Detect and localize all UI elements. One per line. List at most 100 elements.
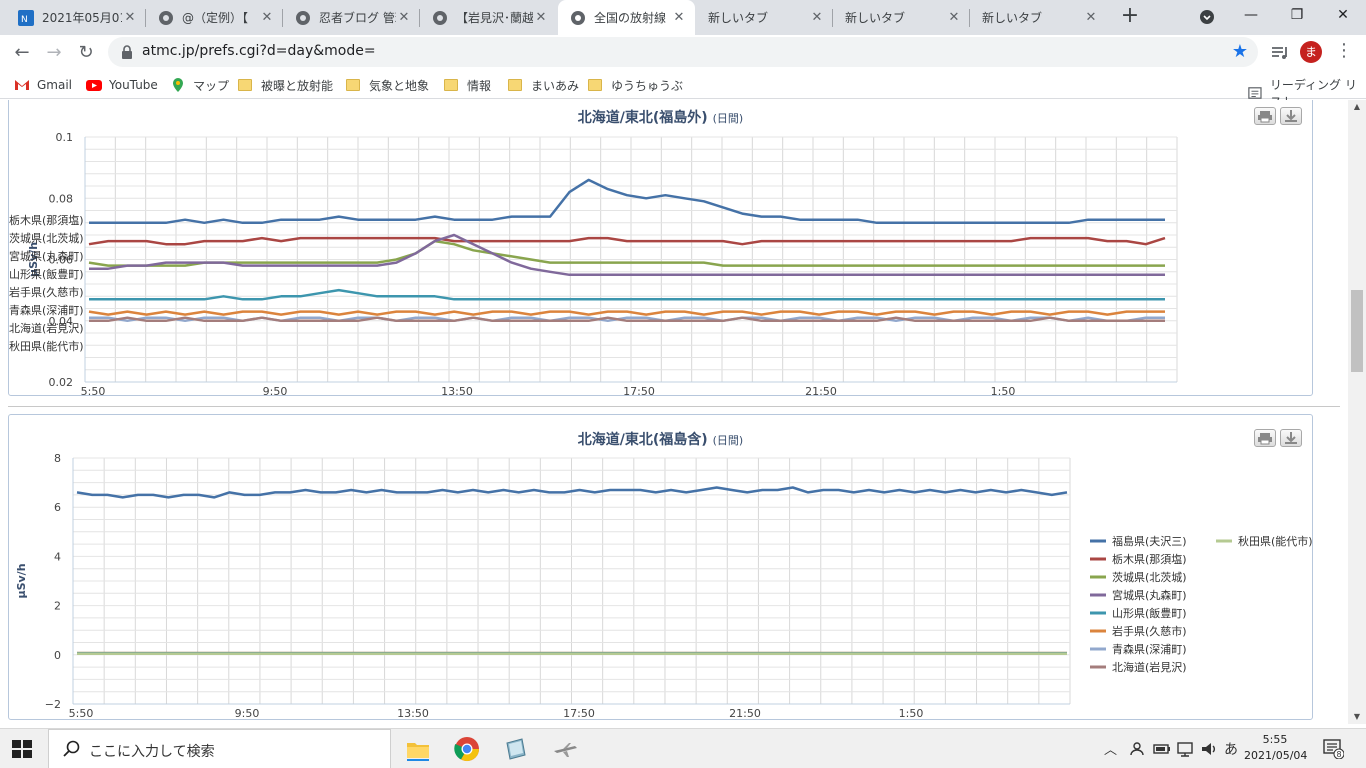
y-tick-label: 2 <box>54 600 61 613</box>
x-tick-label: 9:50 <box>235 707 260 719</box>
legend-item-label: 茨城県(北茨城) <box>9 231 84 245</box>
y-tick-label: 0 <box>54 649 61 662</box>
tab-title: 全国の放射線 <box>594 11 667 25</box>
legend-item-label: 北海道(岩見沢) <box>1112 660 1187 674</box>
maximize-icon[interactable]: ❐ <box>1274 0 1320 32</box>
bookmark-folder-hibaku[interactable]: 被曝と放射能 <box>238 76 333 94</box>
tab-6[interactable]: 新しいタブ ✕ <box>696 0 833 35</box>
browser-toolbar: ← → ↻ atmc.jp/prefs.cgi?d=day&mode= ★ ま … <box>0 35 1366 71</box>
scroll-down-arrow-icon[interactable]: ▼ <box>1348 710 1366 724</box>
bookmark-maps[interactable]: マップ <box>170 76 229 94</box>
address-bar[interactable]: atmc.jp/prefs.cgi?d=day&mode= ★ <box>108 37 1258 67</box>
clock-date: 2021/05/04 <box>1244 749 1308 762</box>
legend-item-label: 茨城県(北茨城) <box>1112 570 1187 584</box>
tab-8[interactable]: 新しいタブ ✕ <box>970 0 1107 35</box>
bookmark-star-icon[interactable]: ★ <box>1232 41 1248 62</box>
globe-icon <box>295 10 311 26</box>
tab-title: 新しいタブ <box>982 11 1043 25</box>
tablet-app-icon[interactable] <box>502 735 530 763</box>
y-tick-label: 8 <box>54 452 61 465</box>
close-icon[interactable]: ✕ <box>946 10 962 26</box>
bookmark-youtube[interactable]: YouTube <box>86 76 158 94</box>
battery-tray-icon[interactable] <box>1152 739 1172 759</box>
airplane-app-icon[interactable] <box>551 735 579 763</box>
gmail-icon <box>15 80 29 90</box>
chart-panel-1: 北海道/東北(福島外) (日間) 0.1 0.08 0.06 0.04 0.02 5:50… <box>8 100 1313 396</box>
bookmark-folder-youtube[interactable]: ゆうちゅうぶ <box>588 76 683 94</box>
tray-chevron-icon[interactable]: ︿ <box>1104 739 1117 759</box>
file-explorer-icon[interactable] <box>404 735 432 763</box>
menu-kebab-icon[interactable]: ⋮ <box>1334 40 1354 64</box>
search-icon <box>63 740 80 757</box>
back-arrow-icon[interactable]: ← <box>8 39 36 67</box>
volume-tray-icon[interactable] <box>1200 739 1220 759</box>
legend-item-label: 宮城県(丸森町) <box>9 249 84 263</box>
forward-arrow-icon[interactable]: → <box>40 39 68 67</box>
tab-title: 【岩見沢･蘭越 <box>456 11 533 25</box>
network-tray-icon[interactable] <box>1176 739 1196 759</box>
bookmark-label: 気象と地象 <box>369 78 430 93</box>
bookmarks-bar: Gmail YouTube マップ 被曝と放射能 気象と地象 情報 まいあみ ゆ… <box>0 71 1366 109</box>
tab-search-icon[interactable] <box>1184 0 1230 32</box>
tab-4[interactable]: 【岩見沢･蘭越 ✕ <box>420 0 557 35</box>
clock-time: 5:55 <box>1262 733 1288 746</box>
tab-7[interactable]: 新しいタブ ✕ <box>833 0 970 35</box>
close-icon[interactable]: ✕ <box>396 10 412 26</box>
folder-icon <box>444 79 458 91</box>
bookmark-folder-jouhou[interactable]: 情報 <box>444 76 491 94</box>
close-icon[interactable]: ✕ <box>533 10 549 26</box>
taskbar-clock[interactable]: 5:55 2021/05/04 <box>1244 732 1308 764</box>
people-tray-icon[interactable] <box>1128 739 1146 759</box>
globe-icon <box>570 10 586 26</box>
y-tick-label: 0.02 <box>49 376 74 389</box>
svg-text:N: N <box>21 15 28 25</box>
bookmark-label: 情報 <box>467 78 492 93</box>
chrome-icon[interactable] <box>453 735 481 763</box>
page-content: 北海道/東北(福島外) (日間) 0.1 0.08 0.06 0.04 0.02 5:50… <box>0 100 1348 724</box>
reload-icon[interactable]: ↻ <box>72 39 100 67</box>
close-icon[interactable]: ✕ <box>671 10 687 26</box>
close-window-icon[interactable]: ✕ <box>1320 0 1366 32</box>
legend-item-label: 宮城県(丸森町) <box>1112 588 1187 602</box>
ime-indicator[interactable]: あ <box>1224 739 1238 759</box>
legend-item-label: 山形県(飯豊町) <box>9 267 84 281</box>
bookmark-label: 被曝と放射能 <box>261 78 334 93</box>
page-scrollbar[interactable]: ▲ ▼ <box>1348 100 1366 724</box>
notification-center-icon[interactable]: 8 <box>1322 737 1348 761</box>
bookmark-gmail[interactable]: Gmail <box>14 76 72 94</box>
x-tick-label: 13:50 <box>441 385 473 395</box>
bookmark-label: YouTube <box>109 78 158 92</box>
close-icon[interactable]: ✕ <box>122 10 138 26</box>
series-line <box>88 310 1165 316</box>
x-tick-label: 5:50 <box>69 707 94 719</box>
chart-2-svg: 8 6 4 2 0 −2 5:50 9:50 13:50 17:50 21:50 1:50 μSv/h 福… <box>15 452 1312 719</box>
scrollbar-thumb[interactable] <box>1351 290 1363 372</box>
legend-item-label: 福島県(夫沢三) <box>1112 534 1187 548</box>
folder-icon <box>508 79 522 91</box>
globe-icon <box>432 10 448 26</box>
close-icon[interactable]: ✕ <box>809 10 825 26</box>
close-icon[interactable]: ✕ <box>259 10 275 26</box>
media-queue-icon[interactable] <box>1268 41 1292 65</box>
new-tab-button[interactable]: + <box>1118 5 1142 29</box>
minimize-icon[interactable]: — <box>1228 0 1274 32</box>
tab-1[interactable]: N 2021年05月01 ✕ <box>6 0 146 35</box>
y-axis-label: μSv/h <box>15 563 28 598</box>
x-tick-label: 17:50 <box>623 385 655 395</box>
profile-avatar[interactable]: ま <box>1300 41 1322 63</box>
bookmark-label: まいあみ <box>531 78 580 93</box>
x-tick-label: 1:50 <box>991 385 1016 395</box>
tab-2[interactable]: @（定例）【 ✕ <box>146 0 283 35</box>
close-icon[interactable]: ✕ <box>1083 10 1099 26</box>
tab-5-active[interactable]: 全国の放射線 ✕ <box>558 0 695 35</box>
bookmark-folder-maiami[interactable]: まいあみ <box>508 76 579 94</box>
maps-icon <box>173 78 183 92</box>
tab-3[interactable]: 忍者ブログ 管理 ✕ <box>283 0 420 35</box>
bookmark-label: Gmail <box>37 78 73 92</box>
notification-count: 8 <box>1337 750 1342 759</box>
scroll-up-arrow-icon[interactable]: ▲ <box>1348 100 1366 114</box>
tab-title: 新しいタブ <box>845 11 906 25</box>
windows-start-icon[interactable] <box>12 740 32 758</box>
taskbar-search-box[interactable]: ここに入力して検索 <box>48 729 391 768</box>
bookmark-folder-kishou[interactable]: 気象と地象 <box>346 76 429 94</box>
